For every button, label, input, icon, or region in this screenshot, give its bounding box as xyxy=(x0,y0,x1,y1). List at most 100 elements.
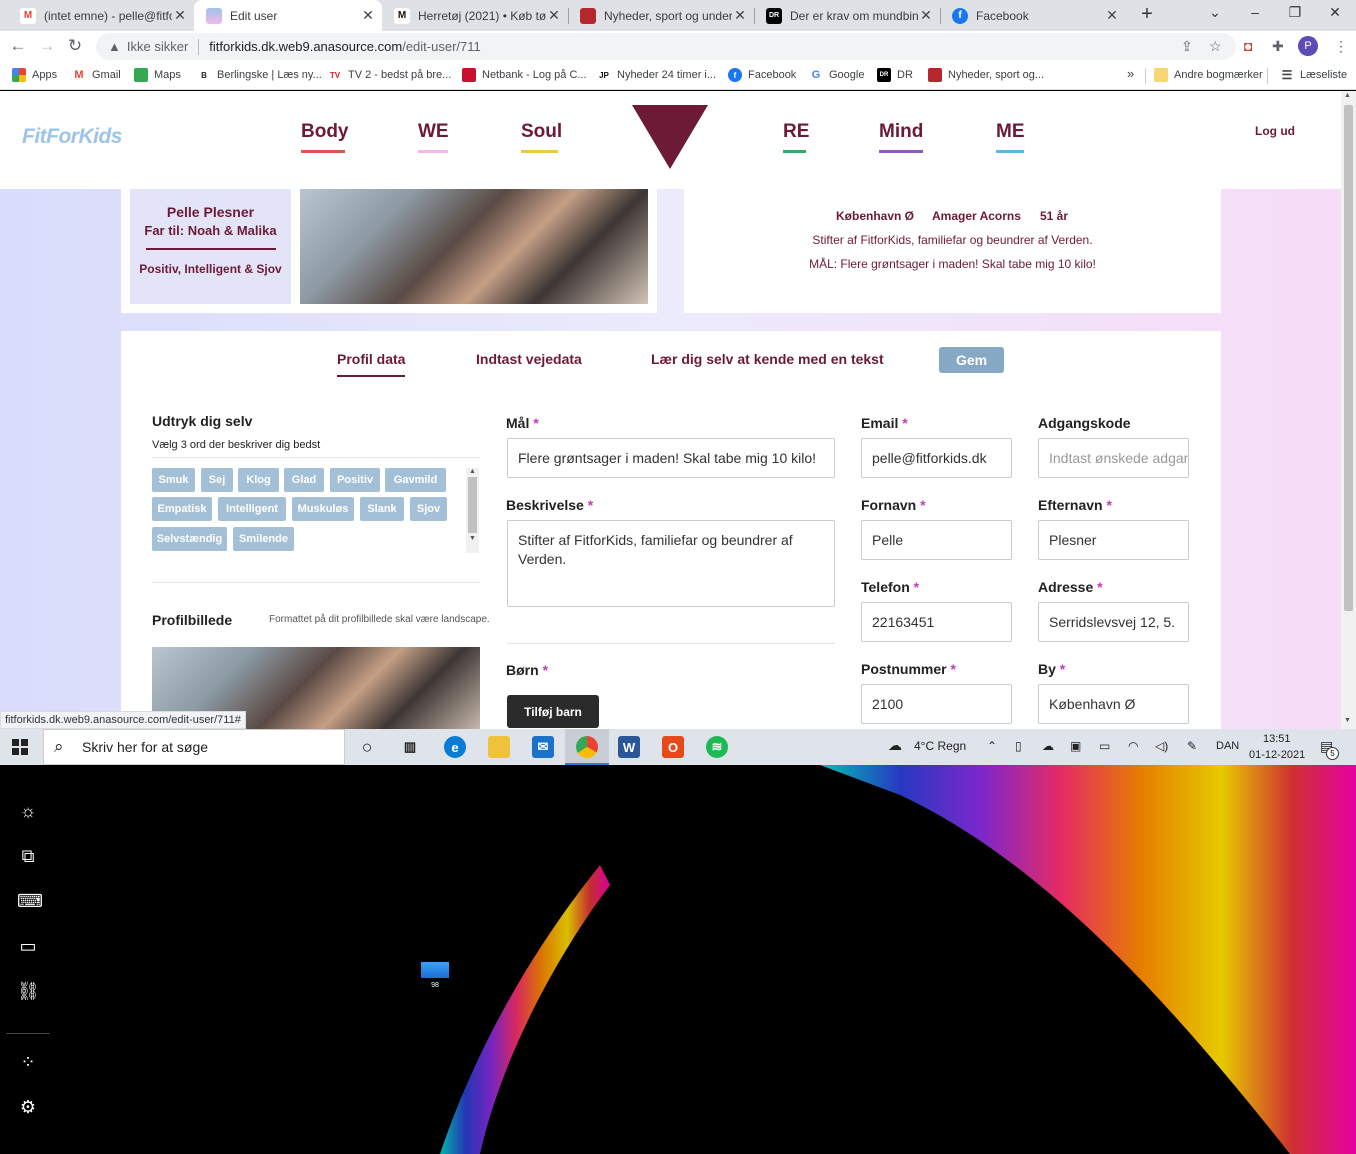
word-chip[interactable]: Sej xyxy=(201,468,233,492)
word-chip[interactable]: Intelligent xyxy=(218,497,286,521)
zip-input[interactable]: 2100 xyxy=(861,684,1012,724)
edge-icon[interactable]: e xyxy=(444,736,466,758)
word-chip[interactable]: Smuk xyxy=(152,468,195,492)
clock-date[interactable]: 01-12-2021 xyxy=(1249,749,1305,761)
onedrive-icon[interactable]: ☁ xyxy=(1042,739,1054,753)
close-tab-icon[interactable]: ✕ xyxy=(1104,7,1120,24)
word-chip[interactable]: Muskuløs xyxy=(292,497,354,521)
firstname-input[interactable]: Pelle xyxy=(861,520,1012,560)
tray-device-icon[interactable]: ▯ xyxy=(1015,739,1022,753)
word-chip[interactable]: Sjov xyxy=(410,497,447,521)
browser-tab-facebook[interactable]: f Facebook ✕ xyxy=(940,0,1126,31)
show-hidden-icons[interactable]: ⌃ xyxy=(987,739,997,753)
lastname-input[interactable]: Plesner xyxy=(1038,520,1189,560)
word-chip[interactable]: Klog xyxy=(238,468,279,492)
word-chip[interactable]: Positiv xyxy=(330,468,380,492)
back-icon[interactable]: ← xyxy=(7,36,29,56)
nav-we[interactable]: WE xyxy=(418,121,449,153)
tab-search-icon[interactable]: ⌄ xyxy=(1200,4,1230,21)
bookmark-nyheder[interactable]: Nyheder, sport og... xyxy=(928,68,1044,82)
close-tab-icon[interactable]: ✕ xyxy=(172,7,188,24)
other-bookmarks[interactable]: Andre bogmærker xyxy=(1154,68,1263,82)
share-icon[interactable]: ⇪ xyxy=(1181,38,1193,55)
bookmark-berlingske[interactable]: B Berlingske | Læs ny... xyxy=(197,68,322,82)
email-input[interactable]: pelle@fitforkids.dk xyxy=(861,438,1012,478)
bookmark-gmail[interactable]: M Gmail xyxy=(72,68,121,82)
rotate-icon[interactable]: ⧉ xyxy=(17,846,39,868)
word-chip[interactable]: Empatisk xyxy=(152,497,212,521)
desktop-app-icon[interactable] xyxy=(421,962,449,978)
pen-icon[interactable]: ✎ xyxy=(1187,739,1197,753)
nav-me[interactable]: ME xyxy=(996,121,1025,153)
scroll-thumb[interactable] xyxy=(468,477,477,533)
nav-mind[interactable]: Mind xyxy=(879,121,923,153)
wifi-icon[interactable]: ◠ xyxy=(1128,739,1138,753)
brightness-icon[interactable]: ☼ xyxy=(17,801,39,823)
save-button[interactable]: Gem xyxy=(939,347,1004,373)
browser-tab-herretoj[interactable]: M Herretøj (2021) • Køb tøj til ✕ xyxy=(382,0,568,31)
scroll-up-icon[interactable]: ▲ xyxy=(466,468,479,475)
browser-tab-edit-user[interactable]: Edit user ✕ xyxy=(194,0,382,31)
menu-dots-icon[interactable]: ⋮ xyxy=(1334,38,1348,55)
close-tab-icon[interactable]: ✕ xyxy=(918,7,934,24)
scroll-down-icon[interactable]: ▼ xyxy=(466,535,479,542)
minimize-icon[interactable]: – xyxy=(1240,4,1270,20)
mail-icon[interactable]: ✉ xyxy=(532,736,554,758)
password-input[interactable]: Indtast ønskede adgangskode xyxy=(1038,438,1189,478)
word-chip[interactable]: Slank xyxy=(360,497,404,521)
page-scrollbar[interactable]: ▲ ▼ xyxy=(1341,91,1356,729)
browser-tab-nyheder[interactable]: Nyheder, sport og underhold ✕ xyxy=(568,0,754,31)
browser-tab-gmail[interactable]: M (intet emne) - pelle@fitforkids ✕ xyxy=(8,0,194,31)
goal-input[interactable]: Flere grøntsager i maden! Skal tabe mig … xyxy=(507,438,835,478)
extension-icon[interactable]: ◘ xyxy=(1244,38,1252,54)
address-input[interactable]: Serridslevsvej 12, 5. xyxy=(1038,602,1189,642)
city-input[interactable]: København Ø xyxy=(1038,684,1189,724)
close-tab-icon[interactable]: ✕ xyxy=(732,7,748,24)
word-icon[interactable]: W xyxy=(618,736,640,758)
battery-icon[interactable]: ▭ xyxy=(1099,739,1110,753)
bookmark-dr[interactable]: DR DR xyxy=(877,68,913,82)
bookmark-maps[interactable]: Maps xyxy=(134,68,181,82)
file-explorer-icon[interactable] xyxy=(488,736,510,758)
home-triangle-icon[interactable] xyxy=(632,105,708,169)
keyboard-icon[interactable]: ⌨ xyxy=(17,891,43,913)
bookmarks-overflow[interactable]: » xyxy=(1127,66,1134,81)
link-icon[interactable]: ⛓ xyxy=(17,981,40,1003)
spotify-icon[interactable]: ≋ xyxy=(706,736,728,758)
nav-soul[interactable]: Soul xyxy=(521,121,562,153)
task-view-icon[interactable]: ▥ xyxy=(399,736,421,758)
bookmark-netbank[interactable]: Netbank - Log på C... xyxy=(462,68,587,82)
language-indicator[interactable]: DAN xyxy=(1216,740,1239,752)
reload-icon[interactable]: ↻ xyxy=(64,36,86,56)
logout-link[interactable]: Log ud xyxy=(1255,124,1295,138)
taskbar-search-box[interactable]: ⌕ Skriv her for at søge xyxy=(43,729,345,765)
word-chip[interactable]: Selvstændig xyxy=(152,527,227,551)
scroll-thumb[interactable] xyxy=(1344,105,1353,611)
close-tab-icon[interactable]: ✕ xyxy=(546,7,562,24)
apps-dots-icon[interactable]: ⁘ xyxy=(17,1052,39,1074)
chrome-taskbar-item[interactable] xyxy=(565,729,609,765)
words-scrollbar[interactable]: ▲ ▼ xyxy=(466,468,479,553)
scroll-down-icon[interactable]: ▼ xyxy=(1344,717,1351,724)
tab-profile-data[interactable]: Profil data xyxy=(337,351,406,377)
bookmark-jp[interactable]: JP Nyheder 24 timer i... xyxy=(597,68,716,82)
settings-gear-icon[interactable]: ⚙ xyxy=(17,1097,39,1119)
bookmark-star-icon[interactable]: ☆ xyxy=(1209,38,1222,55)
word-chip[interactable]: Gavmild xyxy=(385,468,446,492)
word-chip[interactable]: Smilende xyxy=(233,527,294,551)
bookmark-facebook[interactable]: f Facebook xyxy=(728,68,796,82)
forward-icon[interactable]: → xyxy=(36,36,58,56)
windows-start-icon[interactable] xyxy=(12,739,28,755)
tab-self-text[interactable]: Lær dig selv at kende med en tekst xyxy=(651,351,884,367)
phone-input[interactable]: 22163451 xyxy=(861,602,1012,642)
nav-re[interactable]: RE xyxy=(783,121,809,153)
desktop-icon-label[interactable]: 98 xyxy=(421,982,449,989)
scroll-up-icon[interactable]: ▲ xyxy=(1344,92,1351,99)
warning-icon[interactable]: ▲ xyxy=(108,39,121,54)
bookmark-google[interactable]: G Google xyxy=(809,68,864,82)
volume-icon[interactable]: ◁) xyxy=(1155,739,1168,753)
laptop-icon[interactable]: ▭ xyxy=(17,936,39,958)
close-window-icon[interactable]: ✕ xyxy=(1320,4,1350,21)
office-icon[interactable]: O xyxy=(662,736,684,758)
add-child-button[interactable]: Tilføj barn xyxy=(507,695,599,728)
